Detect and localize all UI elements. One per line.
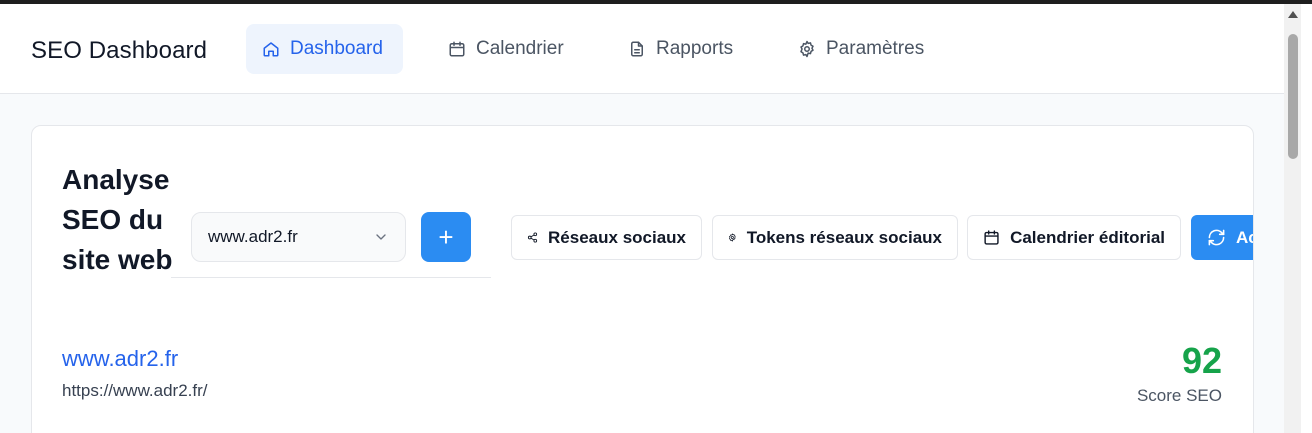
calendar-icon — [449, 41, 465, 57]
plus-icon: + — [438, 221, 454, 252]
share-icon — [527, 232, 538, 243]
nav-settings-label: Paramètres — [826, 38, 925, 59]
social-networks-button[interactable]: Réseaux sociaux — [511, 215, 702, 260]
nav-calendar-label: Calendrier — [476, 38, 564, 59]
gear-icon — [800, 40, 814, 58]
nav-settings[interactable]: Paramètres — [782, 24, 940, 74]
file-text-icon — [631, 41, 643, 57]
social-tokens-button[interactable]: Tokens réseaux sociaux — [712, 215, 958, 260]
site-name-link[interactable]: www.adr2.fr — [62, 346, 178, 372]
editorial-calendar-button[interactable]: Calendrier éditorial — [967, 215, 1181, 260]
nav-reports[interactable]: Rapports — [612, 24, 749, 74]
window-edge — [1301, 4, 1312, 433]
refresh-button[interactable]: Actualiser — [1191, 215, 1253, 260]
seo-analysis-card: Analyse SEO du site web www.adr2.fr + Ré… — [31, 125, 1254, 433]
site-select-value: www.adr2.fr — [208, 227, 298, 246]
gear-icon — [729, 233, 736, 242]
social-networks-label: Réseaux sociaux — [548, 227, 686, 247]
vertical-scrollbar[interactable] — [1284, 4, 1301, 433]
scroll-up-arrow-icon[interactable] — [1288, 11, 1298, 18]
site-select[interactable]: www.adr2.fr — [191, 212, 406, 262]
refresh-label: Actualiser — [1236, 227, 1253, 247]
chevron-down-icon — [376, 234, 386, 240]
top-navbar: SEO Dashboard Dashboard Calendrier Rappo… — [0, 4, 1284, 94]
nav-reports-label: Rapports — [656, 38, 734, 59]
nav-dashboard[interactable]: Dashboard — [246, 24, 403, 74]
site-url: https://www.adr2.fr/ — [62, 381, 208, 400]
editorial-calendar-label: Calendrier éditorial — [1010, 227, 1165, 247]
seo-score-label: Score SEO — [1136, 386, 1222, 405]
seo-score-value: 92 — [1181, 340, 1222, 381]
add-site-button[interactable]: + — [421, 212, 471, 262]
select-divider — [171, 277, 491, 278]
refresh-icon — [1208, 229, 1225, 246]
home-icon — [263, 42, 279, 57]
nav-calendar[interactable]: Calendrier — [432, 24, 580, 74]
nav-dashboard-label: Dashboard — [290, 38, 383, 59]
calendar-icon — [984, 230, 999, 245]
app-window: SEO Dashboard Dashboard Calendrier Rappo… — [0, 4, 1312, 433]
analysis-title: Analyse SEO du site web — [62, 164, 173, 275]
app-title: SEO Dashboard — [31, 37, 208, 64]
scrollbar-thumb[interactable] — [1288, 34, 1298, 159]
social-tokens-label: Tokens réseaux sociaux — [746, 227, 942, 247]
